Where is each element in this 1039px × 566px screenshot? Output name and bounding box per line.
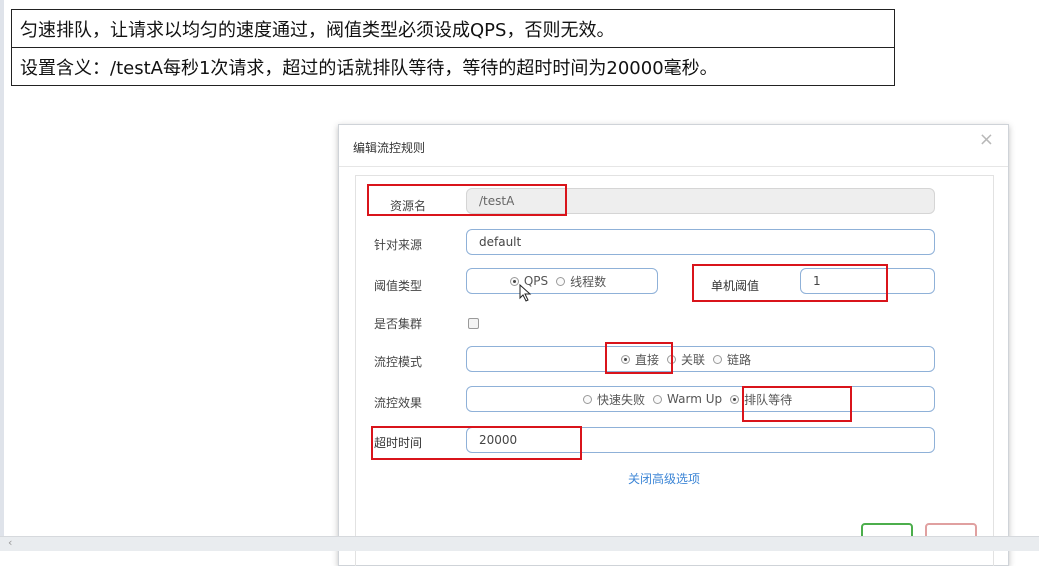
radio-dot-icon bbox=[730, 394, 740, 404]
notes-table: 匀速排队，让请求以均匀的速度通过，阀值类型必须设成QPS，否则无效。 设置含义：… bbox=[11, 9, 895, 86]
mouse-cursor-icon bbox=[519, 284, 532, 302]
note-row-2: 设置含义：/testA每秒1次请求，超过的话就排队等待，等待的超时时间为2000… bbox=[20, 57, 718, 79]
cluster-checkbox[interactable] bbox=[468, 318, 479, 329]
flow-effect-fast-fail[interactable]: 快速失败 bbox=[583, 391, 645, 408]
close-advanced-options-link[interactable]: 关闭高级选项 bbox=[628, 470, 700, 487]
flow-mode-link[interactable]: 链路 bbox=[713, 351, 751, 368]
highlight-box-timeout bbox=[371, 426, 582, 460]
radio-dot-icon bbox=[583, 394, 592, 404]
threshold-type-label: 阈值类型 bbox=[374, 279, 423, 293]
close-icon[interactable]: × bbox=[979, 129, 994, 150]
window-edge bbox=[0, 0, 4, 551]
threshold-type-radio-group: QPS 线程数 bbox=[466, 268, 658, 294]
flow-effect-label: 流控效果 bbox=[374, 396, 423, 410]
note-row-1: 匀速排队，让请求以均匀的速度通过，阀值类型必须设成QPS，否则无效。 bbox=[12, 10, 894, 48]
rule-form: 资源名 /testA 针对来源 default 阈值类型 QPS 线程数 单机阈… bbox=[355, 175, 994, 566]
flow-effect-warm-up[interactable]: Warm Up bbox=[653, 392, 722, 406]
threshold-type-thread[interactable]: 线程数 bbox=[556, 273, 606, 290]
highlight-box-single-threshold bbox=[692, 264, 888, 302]
divider bbox=[339, 166, 1008, 167]
flow-mode-label: 流控模式 bbox=[374, 355, 423, 369]
dialog-title: 编辑流控规则 bbox=[353, 141, 426, 155]
flow-mode-radio-group: 直接 关联 链路 bbox=[466, 346, 935, 372]
radio-dot-icon bbox=[509, 276, 519, 286]
cluster-label: 是否集群 bbox=[374, 317, 423, 331]
flow-effect-radio-group: 快速失败 Warm Up 排队等待 bbox=[466, 386, 935, 412]
radio-dot-icon bbox=[556, 276, 566, 286]
highlight-box-direct bbox=[605, 342, 673, 374]
source-input[interactable]: default bbox=[466, 229, 935, 255]
source-label: 针对来源 bbox=[374, 238, 423, 252]
edit-flow-rule-dialog: 编辑流控规则 × 资源名 /testA 针对来源 default 阈值类型 QP… bbox=[338, 124, 1009, 566]
highlight-box-resource bbox=[367, 184, 567, 216]
radio-dot-icon bbox=[653, 394, 663, 404]
highlight-box-queue bbox=[742, 386, 852, 422]
radio-dot-icon bbox=[713, 354, 723, 364]
horizontal-scrollbar[interactable]: ‹ bbox=[0, 536, 1039, 551]
scroll-left-icon[interactable]: ‹ bbox=[8, 536, 12, 549]
